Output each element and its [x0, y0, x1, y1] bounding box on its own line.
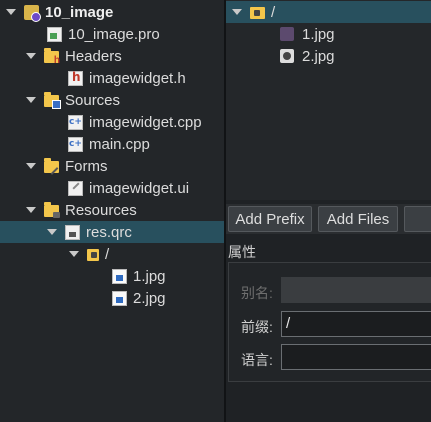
- expand-arrow-icon[interactable]: [6, 9, 16, 15]
- resource-prefix-row[interactable]: /: [226, 1, 431, 23]
- prefix-label: 前缀:: [241, 319, 273, 335]
- forms-folder-icon: [44, 158, 59, 173]
- language-field[interactable]: [281, 344, 431, 370]
- image-file-icon: [112, 290, 127, 306]
- alias-label: 别名:: [241, 285, 273, 301]
- expand-arrow-icon[interactable]: [232, 9, 242, 15]
- language-label: 语言:: [241, 352, 273, 368]
- prefix-field[interactable]: /: [281, 311, 431, 337]
- prefix-folder-icon: [250, 7, 265, 19]
- cpp-file-icon: [68, 136, 83, 152]
- ui-file-icon: [68, 180, 83, 196]
- resource-editor: / 1.jpg 2.jpg Add Prefix Add Files 属性 别名…: [226, 0, 431, 422]
- tree-item-main-cpp[interactable]: main.cpp: [0, 133, 225, 155]
- image-thumbnail-icon: [280, 49, 294, 63]
- prefix-folder-icon: [87, 249, 99, 261]
- image-file-icon: [112, 268, 127, 284]
- tree-item-headers[interactable]: Headers: [0, 45, 225, 67]
- alias-field: [281, 277, 431, 303]
- tree-item-1-jpg[interactable]: 1.jpg: [0, 265, 225, 287]
- qrc-file-icon: [65, 224, 80, 240]
- properties-title: 属性: [228, 244, 256, 260]
- tree-item-prefix[interactable]: /: [0, 243, 225, 265]
- expand-arrow-icon[interactable]: [26, 163, 36, 169]
- properties-panel: 别名: 前缀: / 语言:: [228, 262, 431, 382]
- tree-item-imagewidget-h[interactable]: imagewidget.h: [0, 67, 225, 89]
- project-icon: [24, 4, 41, 22]
- expand-arrow-icon[interactable]: [69, 251, 79, 257]
- tree-item-resources[interactable]: Resources: [0, 199, 225, 221]
- pro-file-icon: [47, 26, 62, 42]
- tree-item-imagewidget-cpp[interactable]: imagewidget.cpp: [0, 111, 225, 133]
- tree-item-sources[interactable]: Sources: [0, 89, 225, 111]
- cpp-file-icon: [68, 114, 83, 130]
- tree-item-res-qrc[interactable]: res.qrc: [0, 221, 225, 243]
- remove-button[interactable]: [404, 206, 431, 232]
- tree-item-forms[interactable]: Forms: [0, 155, 225, 177]
- add-files-button[interactable]: Add Files: [318, 206, 398, 232]
- add-prefix-button[interactable]: Add Prefix: [228, 206, 312, 232]
- header-file-icon: [68, 70, 83, 86]
- resource-tree: / 1.jpg 2.jpg: [226, 0, 431, 200]
- headers-folder-icon: [44, 48, 60, 66]
- resource-file-row[interactable]: 1.jpg: [226, 23, 431, 45]
- expand-arrow-icon[interactable]: [26, 207, 36, 213]
- tree-item-2-jpg[interactable]: 2.jpg: [0, 287, 225, 309]
- expand-arrow-icon[interactable]: [26, 53, 36, 59]
- tree-item-project[interactable]: 10_image: [0, 1, 225, 23]
- sources-folder-icon: [44, 92, 61, 109]
- resource-file-row[interactable]: 2.jpg: [226, 45, 431, 67]
- tree-item-pro-file[interactable]: 10_image.pro: [0, 23, 225, 45]
- resource-toolbar: Add Prefix Add Files: [226, 204, 431, 234]
- expand-arrow-icon[interactable]: [47, 229, 57, 235]
- project-tree: 10_image 10_image.pro Headers imagewidge…: [0, 0, 225, 422]
- expand-arrow-icon[interactable]: [26, 97, 36, 103]
- resources-folder-icon: [44, 202, 60, 218]
- image-thumbnail-icon: [280, 27, 294, 41]
- tree-item-imagewidget-ui[interactable]: imagewidget.ui: [0, 177, 225, 199]
